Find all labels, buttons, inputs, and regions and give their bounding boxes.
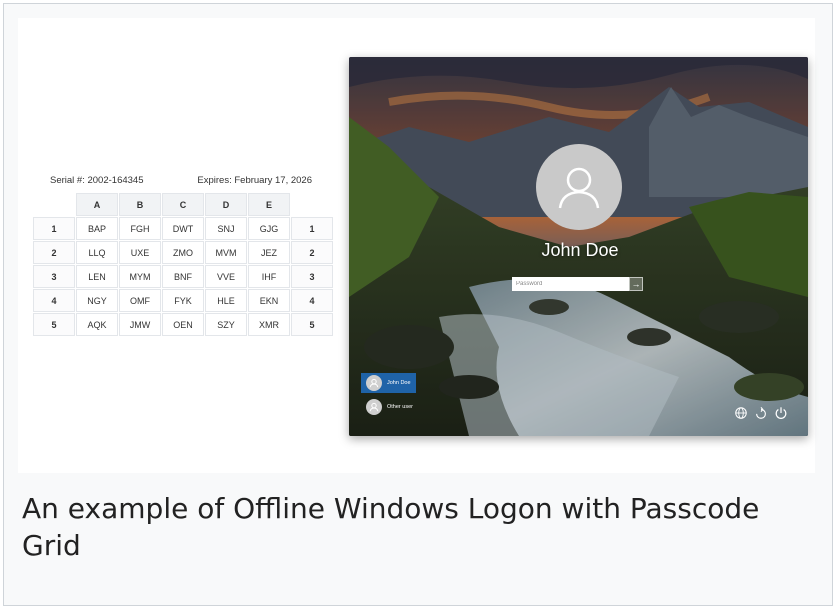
grid-code-cell: JMW	[119, 313, 161, 336]
user-switcher: John Doe Other user	[361, 373, 416, 421]
grid-code-cell: SNJ	[205, 217, 247, 240]
grid-code-cell: AQK	[76, 313, 118, 336]
grid-code-cell: FYK	[162, 289, 204, 312]
grid-corner	[291, 193, 333, 216]
grid-code-cell: BNF	[162, 265, 204, 288]
person-icon	[558, 167, 600, 209]
grid-code-cell: FGH	[119, 217, 161, 240]
system-icons	[734, 406, 788, 420]
grid-row-number: 4	[33, 289, 75, 312]
person-icon	[366, 399, 382, 415]
grid-row-number: 2	[33, 241, 75, 264]
grid-code-cell: MVM	[205, 241, 247, 264]
grid-code-cell: ZMO	[162, 241, 204, 264]
grid-row-number: 3	[291, 265, 333, 288]
grid-row-number: 2	[291, 241, 333, 264]
passcode-grid: A B C D E 1 BAP FGH DWT SNJ GJG 1 2 LLQ UXE ZMO MVM JEZ 2 3…	[33, 193, 333, 336]
grid-row-number: 3	[33, 265, 75, 288]
user-display-name: John Doe	[541, 240, 619, 260]
grid-code-cell: XMR	[248, 313, 290, 336]
person-icon	[366, 375, 382, 391]
grid-code-cell: OEN	[162, 313, 204, 336]
grid-column-header: C	[162, 193, 204, 216]
grid-row-number: 5	[291, 313, 333, 336]
user-tile-other-user[interactable]: Other user	[361, 397, 416, 417]
password-input[interactable]	[512, 277, 629, 291]
user-tile-label: John Doe	[387, 380, 411, 386]
grid-row-number: 1	[33, 217, 75, 240]
grid-code-cell: UXE	[119, 241, 161, 264]
grid-column-header: D	[205, 193, 247, 216]
grid-column-header: B	[119, 193, 161, 216]
grid-code-cell: DWT	[162, 217, 204, 240]
grid-row-number: 4	[291, 289, 333, 312]
serial-number: Serial #: 2002-164345	[50, 175, 144, 186]
user-tile-john-doe[interactable]: John Doe	[361, 373, 416, 393]
grid-row-number: 1	[291, 217, 333, 240]
user-tile-label: Other user	[387, 404, 413, 410]
grid-meta: Serial #: 2002-164345 Expires: February …	[50, 175, 312, 186]
figure-caption: An example of Offline Windows Logon with…	[22, 492, 760, 562]
grid-code-cell: BAP	[76, 217, 118, 240]
grid-code-cell: LLQ	[76, 241, 118, 264]
grid-code-cell: EKN	[248, 289, 290, 312]
grid-column-header: E	[248, 193, 290, 216]
grid-code-cell: JEZ	[248, 241, 290, 264]
accessibility-icon[interactable]	[754, 406, 768, 420]
power-icon[interactable]	[774, 406, 788, 420]
grid-code-cell: HLE	[205, 289, 247, 312]
expiry-date: Expires: February 17, 2026	[197, 175, 312, 186]
user-avatar	[536, 144, 622, 230]
grid-code-cell: VVE	[205, 265, 247, 288]
grid-code-cell: LEN	[76, 265, 118, 288]
grid-column-header: A	[76, 193, 118, 216]
grid-code-cell: OMF	[119, 289, 161, 312]
grid-code-cell: NGY	[76, 289, 118, 312]
grid-row-number: 5	[33, 313, 75, 336]
grid-code-cell: GJG	[248, 217, 290, 240]
network-icon[interactable]	[734, 406, 748, 420]
grid-code-cell: IHF	[248, 265, 290, 288]
grid-corner	[33, 193, 75, 216]
password-row: →	[512, 277, 643, 291]
submit-arrow-button[interactable]: →	[629, 277, 643, 291]
grid-code-cell: SZY	[205, 313, 247, 336]
grid-code-cell: MYM	[119, 265, 161, 288]
